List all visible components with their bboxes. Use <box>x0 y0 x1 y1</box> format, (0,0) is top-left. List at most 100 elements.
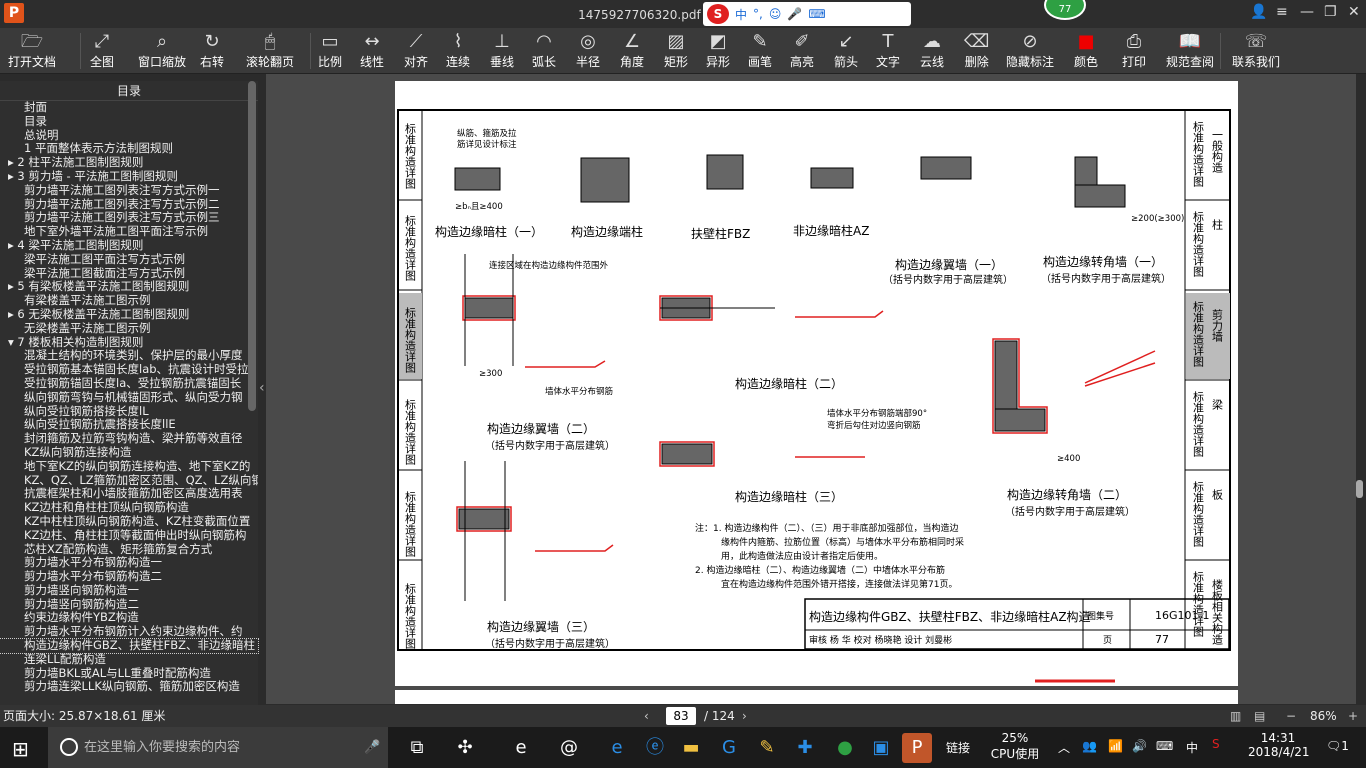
spiral-app-icon[interactable]: @ <box>554 733 584 763</box>
toc-item[interactable]: 地下室KZ的纵向钢筋连接构造、地下室KZ的 <box>0 460 258 474</box>
toc-item[interactable]: 受拉钢筋基本锚固长度lab、抗震设计时受拉 <box>0 363 258 377</box>
toc-item[interactable]: 纵向钢筋弯钩与机械锚固形式、纵向受力钢 <box>0 391 258 405</box>
briefcase-app-icon[interactable]: ▣ <box>866 733 896 763</box>
toolbar-angle-button[interactable]: ∠ 角度 <box>620 30 644 72</box>
toolbar-scale-button[interactable]: ▭ 比例 <box>318 30 342 72</box>
toc-item[interactable]: 无梁楼盖平法施工图示例 <box>0 322 258 336</box>
toolbar-arrow-button[interactable]: ↙ 箭头 <box>834 30 858 72</box>
toc-item[interactable]: 剪力墙水平分布钢筋计入约束边缘构件、约 <box>0 625 258 639</box>
close-button[interactable]: ✕ <box>1348 4 1360 20</box>
fan-app-icon[interactable]: ✣ <box>450 733 480 763</box>
toolbar-text-button[interactable]: T 文字 <box>876 30 900 72</box>
toc-scrollbar[interactable] <box>248 81 256 411</box>
toc-item[interactable]: 梁平法施工图截面注写方式示例 <box>0 267 258 281</box>
toc-item[interactable]: 总说明 <box>0 129 258 143</box>
toolbar-highlight-button[interactable]: ✐ 高亮 <box>790 30 814 72</box>
toc-item[interactable]: ▸ 2 柱平法施工图制图规则 <box>0 156 258 170</box>
g-app-icon[interactable]: G <box>714 733 744 763</box>
page-number-input[interactable]: 83 <box>666 707 696 725</box>
ime-voice-icon[interactable]: 🎤 <box>787 7 802 21</box>
toc-item[interactable]: 剪力墙竖向钢筋构造一 <box>0 584 258 598</box>
taskbar-search[interactable]: 在这里输入你要搜索的内容 🎤 <box>48 727 388 768</box>
toc-item[interactable]: KZ中柱柱顶纵向钢筋构造、KZ柱变截面位置 <box>0 515 258 529</box>
toc-item[interactable]: 剪力墙BKL或AL与LL重叠时配筋构造 <box>0 667 258 681</box>
toc-item[interactable]: 1 平面整体表示方法制图规则 <box>0 142 258 156</box>
toc-item[interactable]: KZ纵向钢筋连接构造 <box>0 446 258 460</box>
task-view-icon[interactable]: ⧉ <box>402 733 432 763</box>
toc-item[interactable]: 剪力墙水平分布钢筋构造二 <box>0 570 258 584</box>
toolbar-shape-button[interactable]: ◩ 异形 <box>706 30 730 72</box>
toc-item[interactable]: ▸ 5 有梁板楼盖平法施工图制图规则 <box>0 280 258 294</box>
plus-app-icon[interactable]: ✚ <box>790 733 820 763</box>
ime-punct[interactable]: °, <box>753 7 763 21</box>
notes-app-icon[interactable]: ✎ <box>752 733 782 763</box>
prev-page-icon[interactable]: ‹ <box>644 705 649 727</box>
tray-up-icon[interactable]: ︿ <box>1058 739 1070 756</box>
toc-item[interactable]: 剪力墙平法施工图列表注写方式示例三 <box>0 211 258 225</box>
toc-item[interactable]: 约束边缘构件YBZ构造 <box>0 611 258 625</box>
toc-item[interactable]: 连梁LL配筋构造 <box>0 653 258 667</box>
toolbar-rotate-button[interactable]: ↻ 右转 <box>200 30 224 72</box>
toolbar-line-measure-button[interactable]: ↔ 线性 <box>360 30 384 72</box>
clock[interactable]: 14:31 2018/4/21 <box>1248 731 1310 759</box>
cpu-usage[interactable]: 25% CPU使用 <box>990 731 1040 762</box>
zoom-level[interactable]: 86% <box>1310 705 1337 727</box>
toolbar-contact-button[interactable]: ☏ 联系我们 <box>1232 30 1280 72</box>
toc-item[interactable]: 梁平法施工图平面注写方式示例 <box>0 253 258 267</box>
notification-icon[interactable]: 🗨1 <box>1326 739 1349 753</box>
toc-item[interactable]: 受拉钢筋锚固长度la、受拉钢筋抗震锚固长 <box>0 377 258 391</box>
menu-icon[interactable]: ≡ <box>1276 4 1288 20</box>
toc-item[interactable]: 地下室外墙平法施工图平面注写示例 <box>0 225 258 239</box>
toolbar-radius-button[interactable]: ◎ 半径 <box>576 30 600 72</box>
toc-item[interactable]: 纵向受拉钢筋抗震搭接长度llE <box>0 418 258 432</box>
toc-item[interactable]: 有梁楼盖平法施工图示例 <box>0 294 258 308</box>
edge-app-icon[interactable]: e <box>602 733 632 763</box>
toc-item[interactable]: ▸ 3 剪力墙 - 平法施工图制图规则 <box>0 170 258 184</box>
toc-item[interactable]: KZ边柱、角柱柱顶等截面伸出时纵向钢筋构 <box>0 529 258 543</box>
ie-browser-icon[interactable]: ⓔ <box>640 733 670 763</box>
wifi-icon[interactable]: 📶 <box>1108 739 1123 753</box>
toc-item[interactable]: 构造边缘构件GBZ、扶壁柱FBZ、非边缘暗柱 <box>0 638 259 654</box>
toolbar-zoom-button[interactable]: ⌕ 窗口缩放 <box>138 30 186 72</box>
minimize-button[interactable]: — <box>1300 4 1314 20</box>
sogou-icon[interactable]: S <box>707 4 729 24</box>
ime-indicator[interactable]: 中 <box>1186 739 1198 756</box>
people-icon[interactable]: 👥 <box>1082 739 1097 753</box>
toolbar-cloud-button[interactable]: ☁ 云线 <box>920 30 944 72</box>
ime-keyboard-icon[interactable]: ⌨ <box>808 7 825 21</box>
ime-mode[interactable]: 中 <box>735 6 747 23</box>
toolbar-hide-button[interactable]: ⊘ 隐藏标注 <box>1006 30 1054 72</box>
toolbar-mouse-button[interactable]: 🖱 滚轮翻页 <box>246 30 294 72</box>
continuous-page-icon[interactable]: ▤ <box>1254 705 1265 727</box>
toolbar-arc-button[interactable]: ◠ 弧长 <box>532 30 556 72</box>
toc-item[interactable]: 抗震框架柱和小墙肢箍筋加密区高度选用表 <box>0 487 258 501</box>
toolbar-pen-button[interactable]: ✎ 画笔 <box>748 30 772 72</box>
toolbar-perpendicular-button[interactable]: ⊥ 垂线 <box>490 30 514 72</box>
next-page-icon[interactable]: › <box>742 705 747 727</box>
toc-item[interactable]: 目录 <box>0 115 258 129</box>
toolbar-align-button[interactable]: ⟋ 对齐 <box>404 30 428 72</box>
green-app-icon[interactable]: ● <box>830 733 860 763</box>
zoom-in-button[interactable]: + <box>1348 705 1358 727</box>
pdf-page[interactable]: 标准构造详图 标准构造详图 标准构造详图 标准构造详图 标准构造详图 标准构造详图 标准构造… <box>395 81 1238 686</box>
volume-icon[interactable]: 🔊 <box>1132 739 1147 753</box>
sogou-tray-icon[interactable]: S <box>1212 737 1220 751</box>
windows-start-icon[interactable]: ⊞ <box>12 737 29 761</box>
toc-item[interactable]: 芯柱XZ配筋构造、矩形箍筋复合方式 <box>0 543 258 557</box>
doc-scrollbar[interactable] <box>1356 480 1363 498</box>
ime-emoji-icon[interactable]: ☺ <box>769 7 782 21</box>
toc-item[interactable]: 剪力墙平法施工图列表注写方式示例一 <box>0 184 258 198</box>
toolbar-folder-button[interactable]: 🗁 打开文档 <box>8 30 56 72</box>
toolbar-continuous-button[interactable]: ⌇ 连续 <box>446 30 470 72</box>
toc-item[interactable]: 纵向受拉钢筋搭接长度lL <box>0 405 258 419</box>
collapse-panel-icon[interactable]: ‹ <box>259 380 265 396</box>
toc-item[interactable]: KZ边柱和角柱柱顶纵向钢筋构造 <box>0 501 258 515</box>
zoom-out-button[interactable]: − <box>1286 705 1296 727</box>
ime-toolbar[interactable]: S 中 °, ☺ 🎤 ⌨ <box>703 2 911 26</box>
toc-item[interactable]: KZ、QZ、LZ箍筋加密区范围、QZ、LZ纵向钢 <box>0 474 258 488</box>
mic-icon[interactable]: 🎤 <box>364 727 380 768</box>
toc-item[interactable]: ▸ 4 梁平法施工图制图规则 <box>0 239 258 253</box>
toc-item[interactable]: 剪力墙水平分布钢筋构造一 <box>0 556 258 570</box>
keyboard-icon[interactable]: ⌨ <box>1156 739 1173 753</box>
maximize-button[interactable]: ❐ <box>1324 4 1337 20</box>
